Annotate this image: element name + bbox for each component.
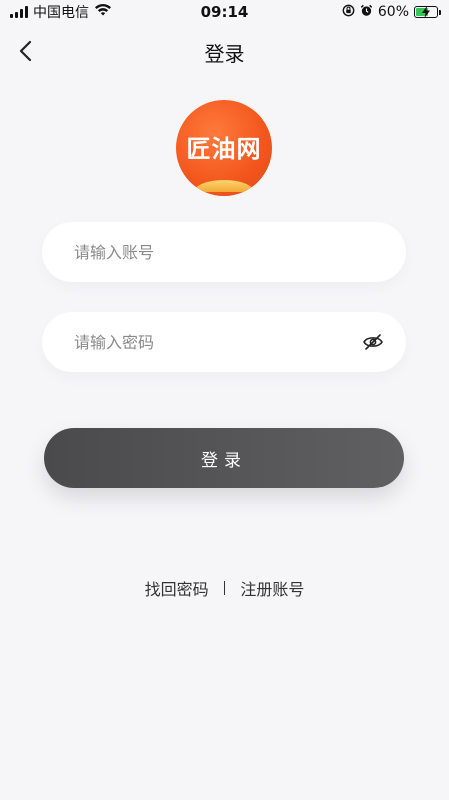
recover-password-link[interactable]: 找回密码	[145, 576, 209, 600]
logo-text: 匠油网	[186, 134, 262, 163]
register-link[interactable]: 注册账号	[240, 576, 304, 600]
alarm-icon	[360, 4, 373, 21]
battery-charging-icon	[414, 6, 441, 18]
status-left: 中国电信	[10, 2, 112, 22]
password-field	[42, 312, 406, 372]
rotation-lock-icon	[342, 4, 355, 21]
nav-bar: 登录	[0, 26, 449, 76]
app-logo: 匠油网	[176, 100, 272, 196]
logo-base-shape	[194, 180, 254, 192]
eye-off-icon	[363, 334, 383, 350]
status-bar: 中国电信 09:14 60%	[0, 0, 449, 24]
login-screen: 中国电信 09:14 60% 登录 匠油网 请输入账号 登录 找回密码 注册账号	[0, 0, 449, 800]
status-right: 60%	[342, 4, 441, 21]
password-visibility-toggle[interactable]	[362, 331, 384, 353]
password-input[interactable]	[74, 332, 362, 352]
account-input[interactable]	[74, 242, 384, 262]
login-button[interactable]: 登录	[44, 428, 404, 488]
signal-icon	[10, 6, 28, 18]
wifi-icon	[94, 3, 112, 21]
carrier-label: 中国电信	[33, 5, 89, 21]
footer-links: 找回密码 注册账号	[0, 576, 449, 600]
link-divider	[223, 581, 226, 595]
account-field	[42, 222, 406, 282]
battery-percent: 60%	[377, 4, 409, 20]
page-title: 登录	[204, 42, 245, 66]
